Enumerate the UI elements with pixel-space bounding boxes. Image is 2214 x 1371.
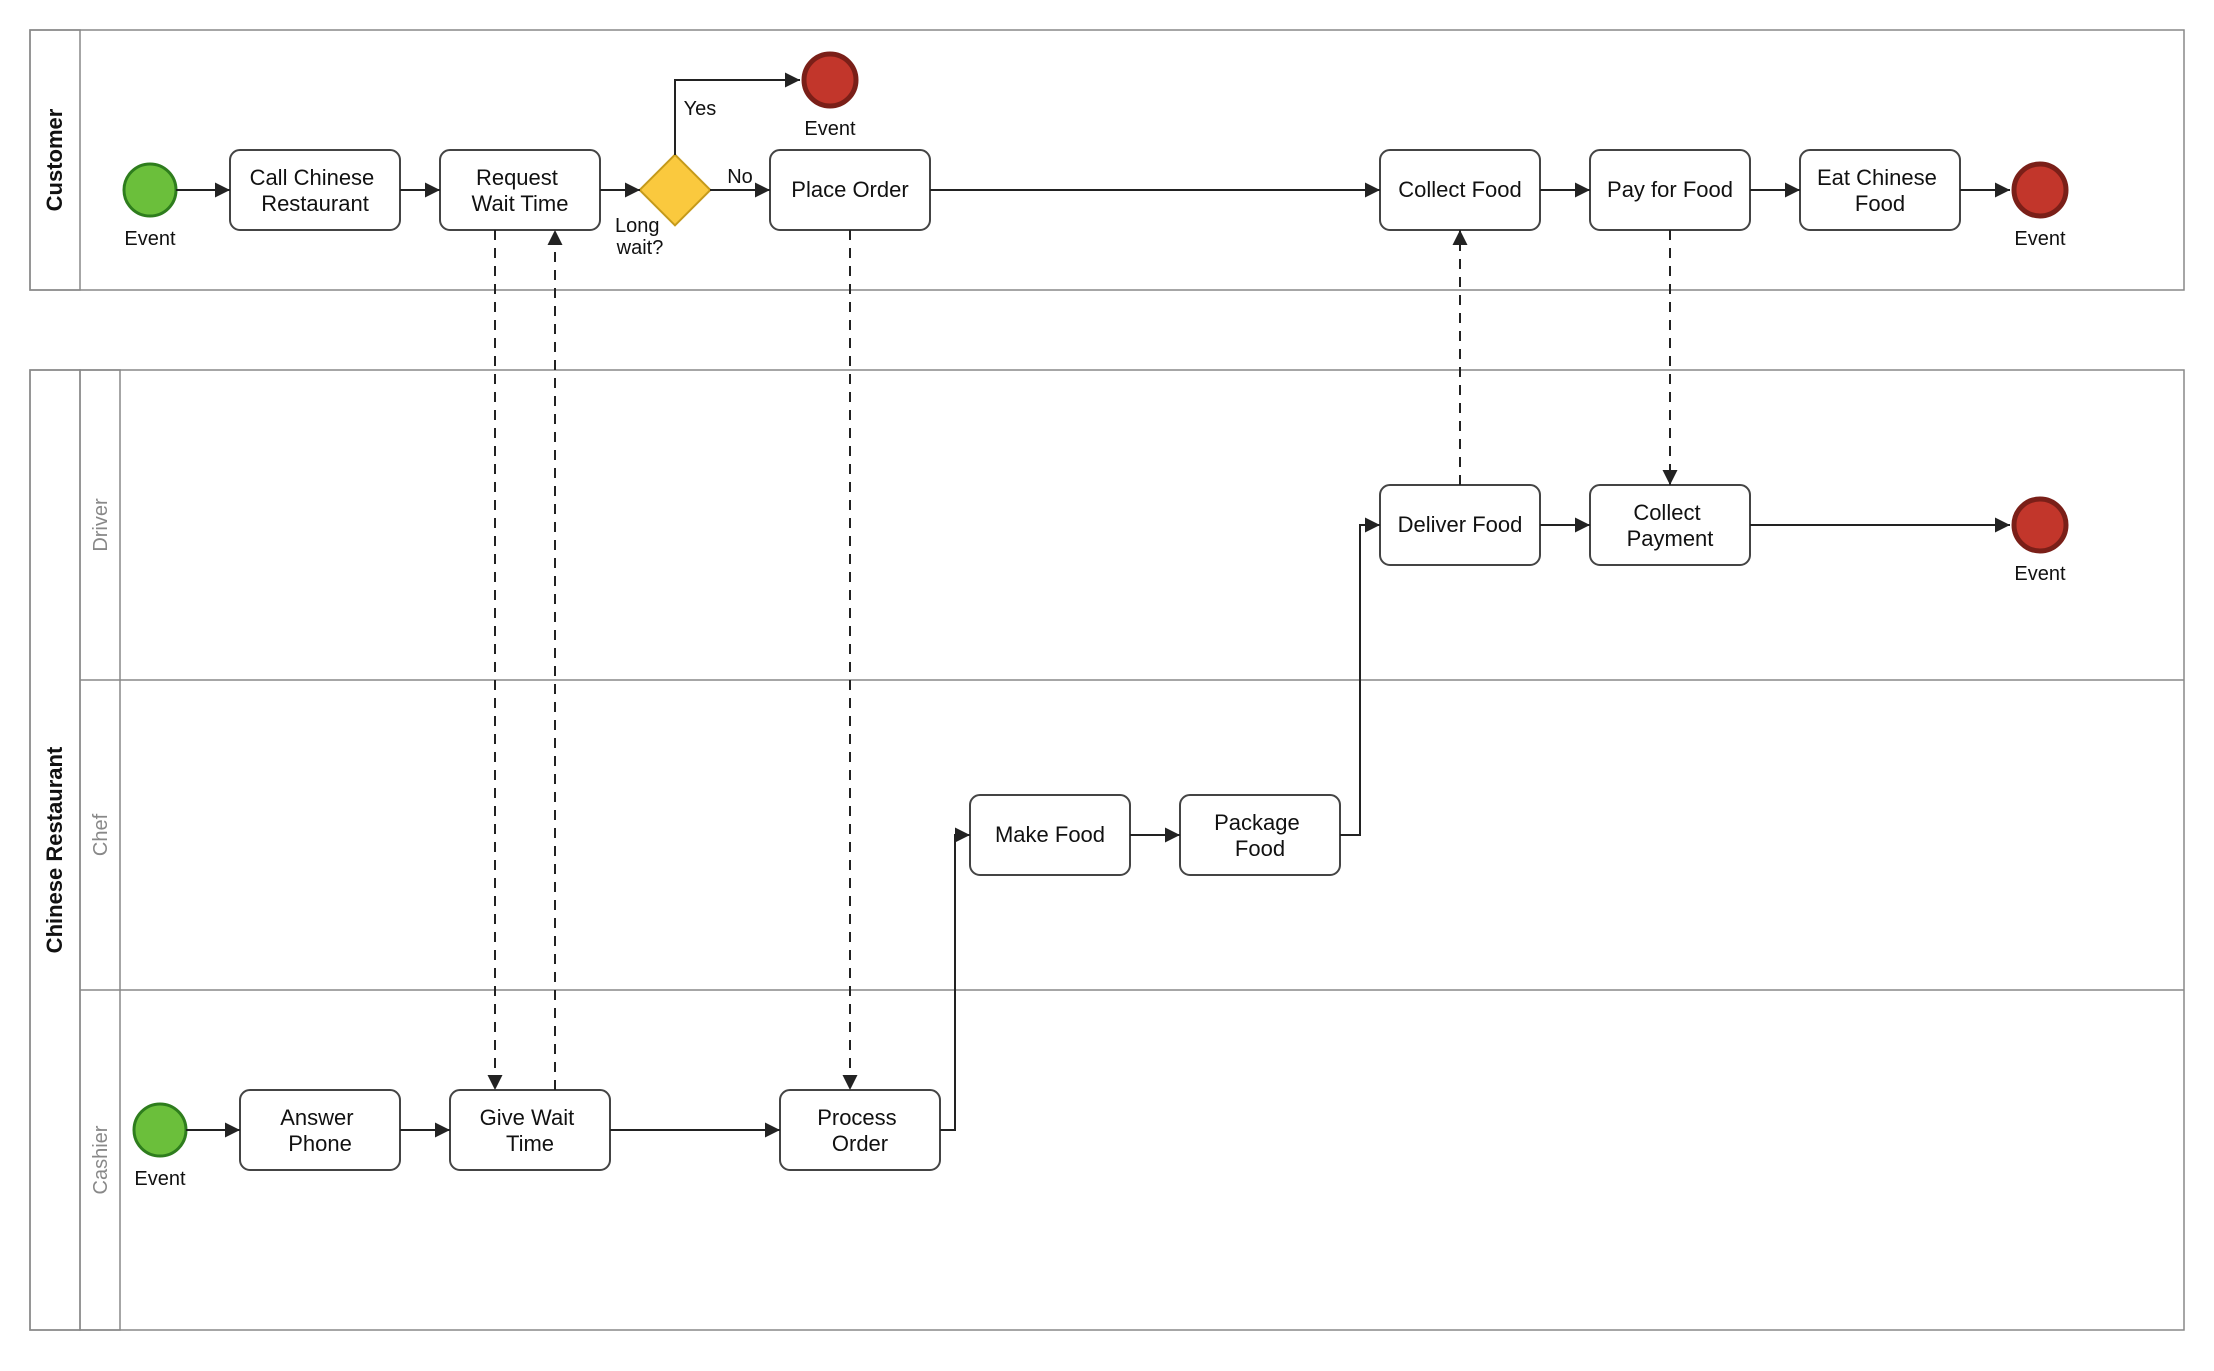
end-event-driver[interactable]: Event (2014, 499, 2066, 585)
pool-customer-title: Customer (42, 108, 67, 211)
task-place-order[interactable]: Place Order (770, 150, 930, 230)
gateway-no-label: No (727, 166, 753, 188)
end-event-driver-label: Event (2014, 563, 2066, 585)
end-event-customer-done[interactable]: Event (2014, 164, 2066, 250)
task-make-food-label: Make Food (995, 822, 1105, 847)
task-eat-food-l1: Eat Chinese (1817, 165, 1937, 190)
task-eat-food[interactable]: Eat Chinese Food Eat Chinese Food (1800, 150, 1960, 230)
svg-text:Call Chinese Restaurant: Call Chinese Restaurant (250, 165, 381, 216)
end-event-customer-abort[interactable]: Event (804, 54, 856, 140)
svg-text:Request Wait Time: Request Wait Time (472, 165, 569, 216)
task-process-order-l1: Process (817, 1105, 896, 1130)
task-call-restaurant[interactable]: Call Chinese Restaurant Call Chinese Res… (230, 150, 400, 230)
task-place-order-label: Place Order (791, 177, 908, 202)
task-request-wait[interactable]: Request Wait Time Request Wait Time (440, 150, 600, 230)
start-event-customer[interactable]: Event (124, 164, 176, 250)
task-deliver-food[interactable]: Deliver Food (1380, 485, 1540, 565)
task-package-food-l1: Package (1214, 810, 1300, 835)
task-package-food-l2: Food (1235, 836, 1285, 861)
bpmn-diagram: Customer Chinese Restaurant Driver Chef … (0, 0, 2214, 1371)
gateway-yes-label: Yes (684, 98, 717, 120)
task-package-food[interactable]: Package Food Package Food (1180, 795, 1340, 875)
task-call-restaurant-label-1: Call Chinese (250, 165, 375, 190)
gateway-long-wait-l1: Long (615, 215, 660, 237)
task-answer-phone-l1: Answer (280, 1105, 353, 1130)
task-give-wait-l2: Time (506, 1131, 554, 1156)
lane-driver-title: Driver (90, 498, 112, 552)
task-call-restaurant-label-2: Restaurant (261, 191, 369, 216)
end-event-abort-label: Event (804, 118, 856, 140)
task-process-order-l2: Order (832, 1131, 888, 1156)
task-eat-food-l2: Food (1855, 191, 1905, 216)
gateway-long-wait[interactable]: Long wait? Long wait? (615, 155, 710, 259)
start-event-cashier-label: Event (134, 1168, 186, 1190)
task-give-wait-l1: Give Wait (480, 1105, 575, 1130)
pool-restaurant-title: Chinese Restaurant (42, 746, 67, 953)
gateway-long-wait-l2: wait? (616, 237, 664, 259)
svg-text:Long wait?: Long wait? (615, 215, 665, 259)
task-request-wait-l1: Request (476, 165, 558, 190)
task-answer-phone-l2: Phone (288, 1131, 352, 1156)
task-give-wait[interactable]: Give Wait Time Give Wait Time (450, 1090, 610, 1170)
start-event-customer-label: Event (124, 228, 176, 250)
task-collect-food[interactable]: Collect Food (1380, 150, 1540, 230)
task-pay-food[interactable]: Pay for Food (1590, 150, 1750, 230)
task-collect-payment-l1: Collect (1633, 500, 1700, 525)
task-collect-payment[interactable]: Collect Payment Collect Payment (1590, 485, 1750, 565)
task-answer-phone[interactable]: Answer Phone Answer Phone (240, 1090, 400, 1170)
task-make-food[interactable]: Make Food (970, 795, 1130, 875)
lane-chef-title: Chef (90, 813, 112, 856)
svg-text:Answer Phone: Answer Phone (280, 1105, 359, 1156)
task-collect-payment-l2: Payment (1627, 526, 1714, 551)
task-process-order[interactable]: Process Order Process Order (780, 1090, 940, 1170)
task-collect-food-label: Collect Food (1398, 177, 1522, 202)
task-request-wait-l2: Wait Time (472, 191, 569, 216)
start-event-cashier[interactable]: Event (134, 1104, 186, 1190)
svg-text:Collect Payment: Collect Payment (1627, 500, 1714, 551)
end-event-done-label: Event (2014, 228, 2066, 250)
flow-process-to-make (940, 835, 970, 1130)
task-deliver-food-label: Deliver Food (1398, 512, 1523, 537)
lane-cashier-title: Cashier (90, 1125, 112, 1194)
task-pay-food-label: Pay for Food (1607, 177, 1733, 202)
